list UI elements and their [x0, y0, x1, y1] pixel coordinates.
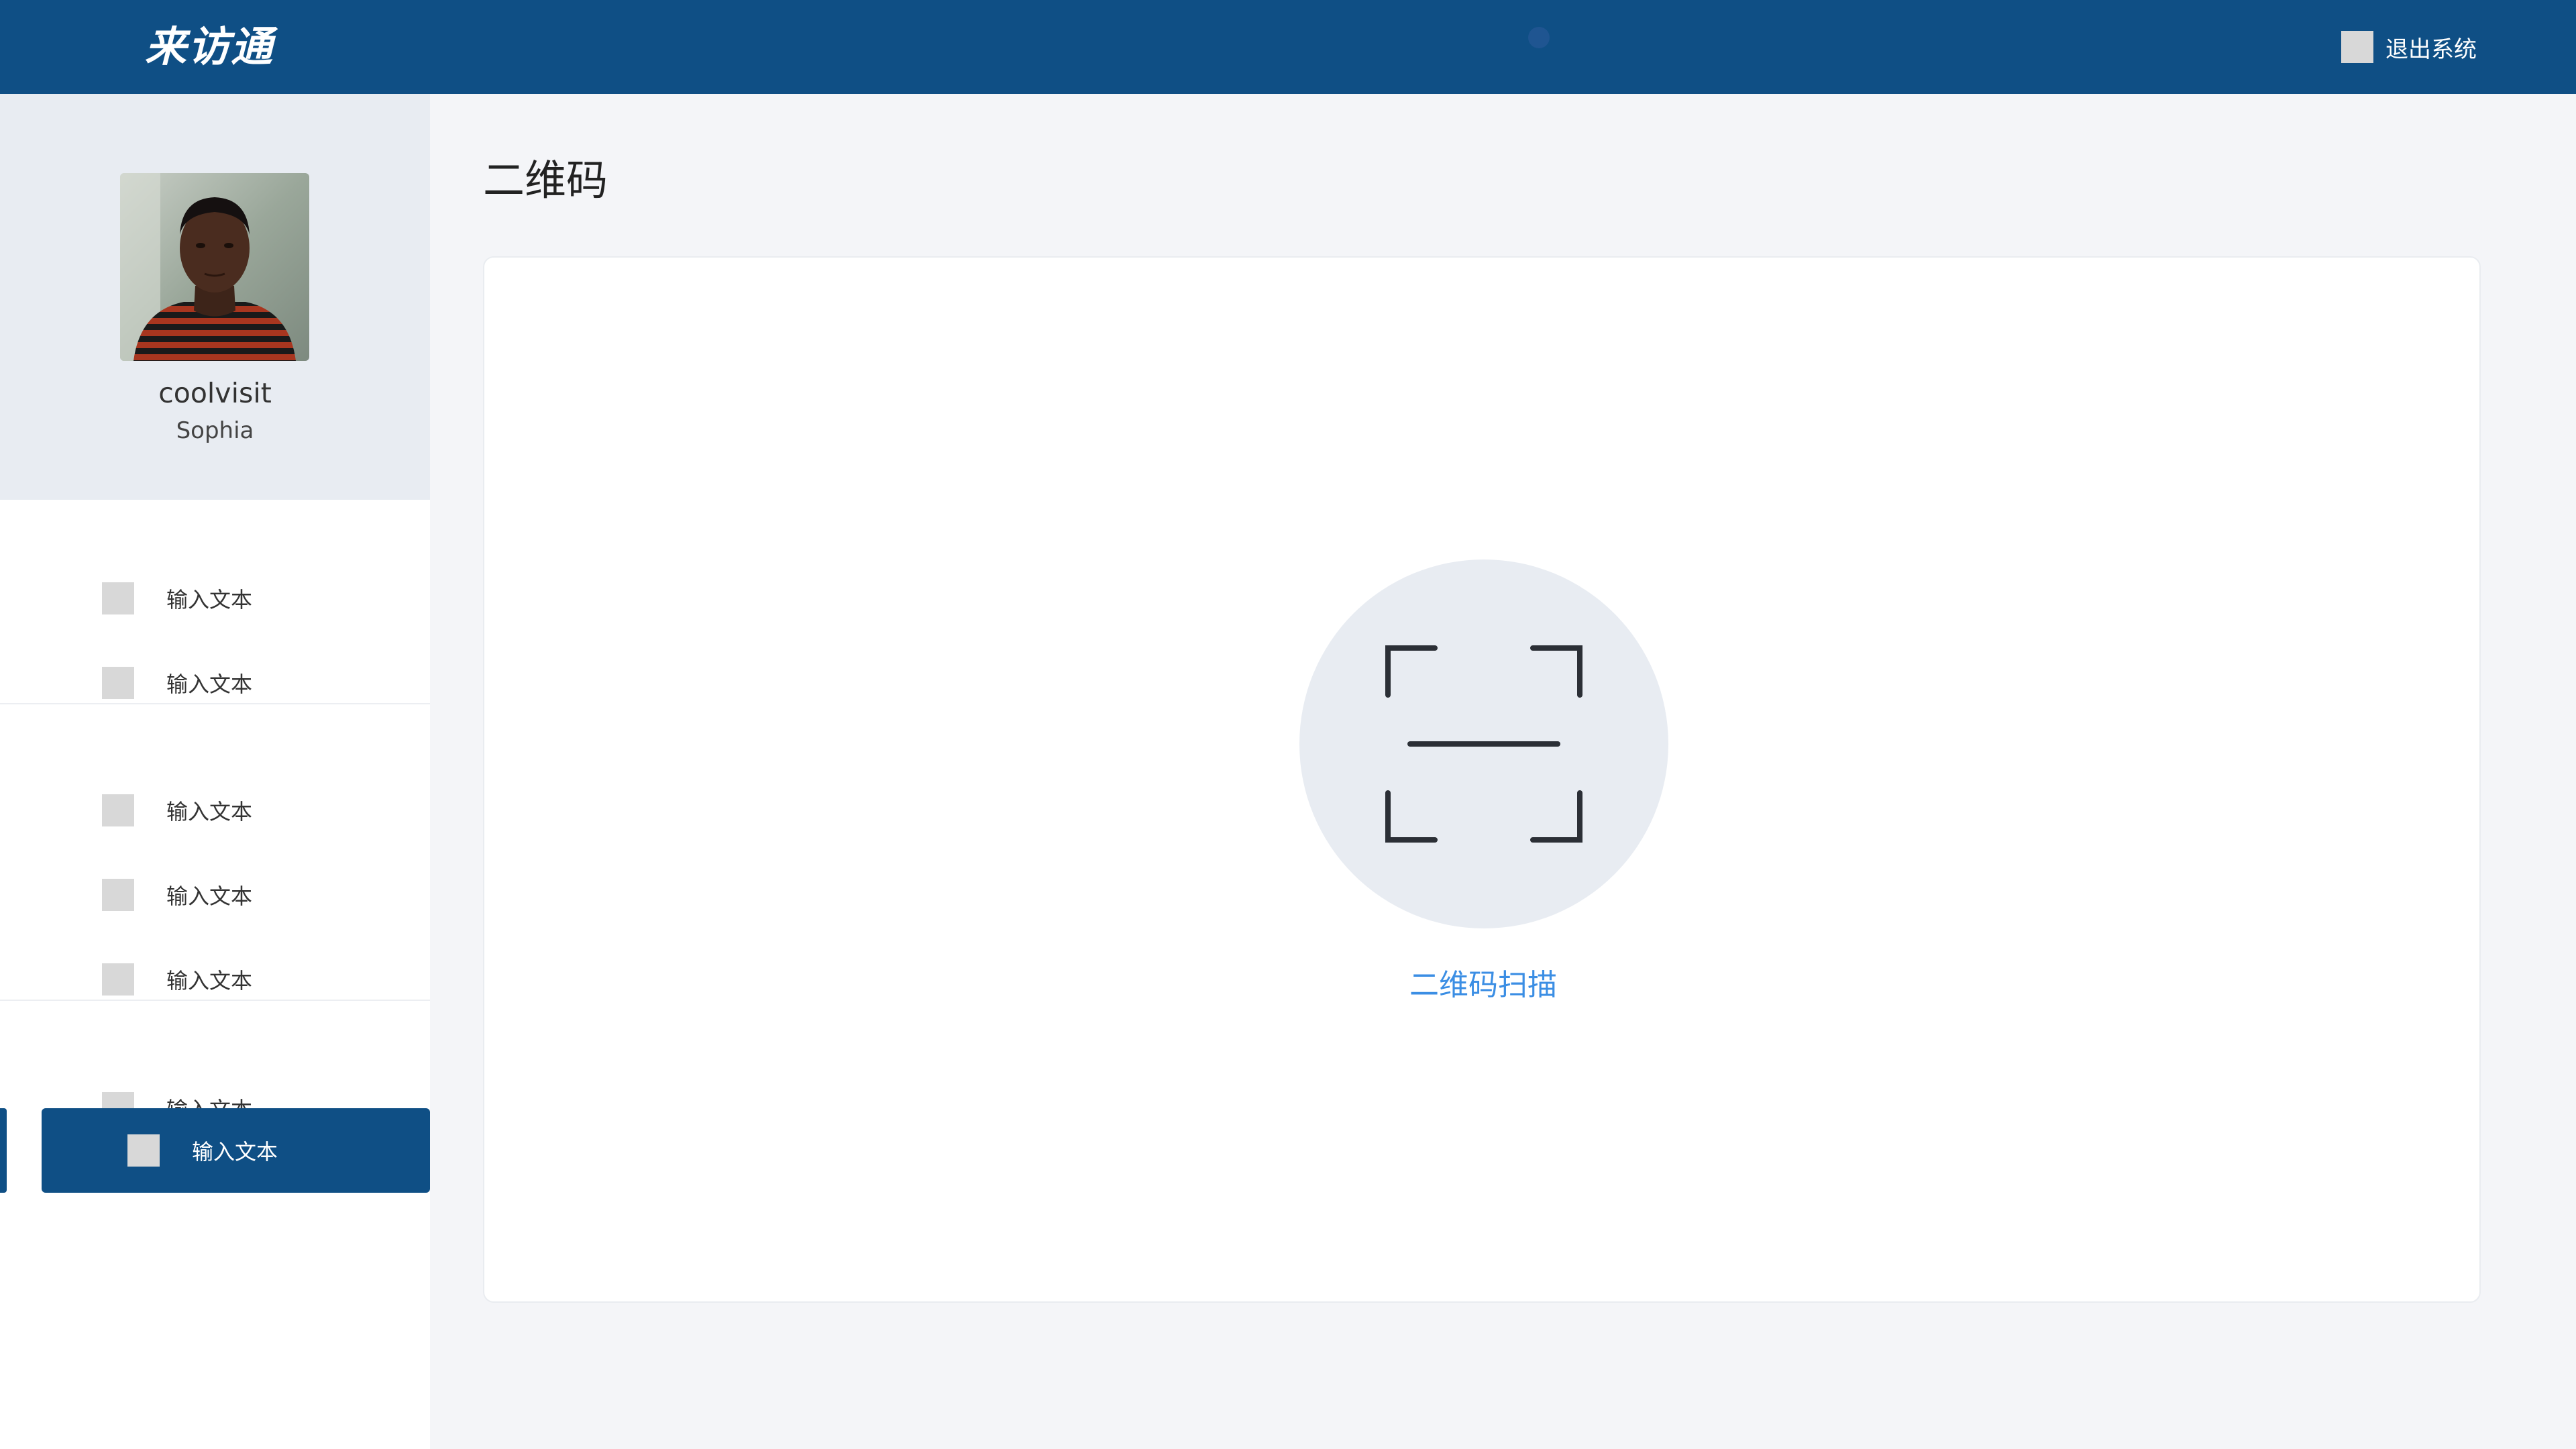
- app-logo: 来访通: [145, 22, 274, 71]
- sidebar-item-label: 输入文本: [166, 672, 253, 697]
- logout-label: 退出系统: [2385, 36, 2477, 63]
- logout-icon: [2341, 31, 2373, 63]
- profile-realname: Sophia: [176, 417, 254, 444]
- sidebar-item-5[interactable]: 输入文本: [0, 937, 430, 1022]
- profile-panel: coolvisit Sophia: [0, 94, 430, 500]
- profile-username: coolvisit: [158, 377, 272, 409]
- placeholder-square-icon: [102, 879, 134, 911]
- qr-scan-button[interactable]: [1299, 559, 1668, 928]
- page-title: 二维码: [483, 156, 608, 205]
- placeholder-square-icon: [102, 667, 134, 699]
- avatar-photo: [120, 173, 309, 361]
- top-bar: 来访通 退出系统: [0, 0, 2576, 94]
- placeholder-square-icon: [102, 582, 134, 614]
- active-indicator: [0, 1108, 7, 1193]
- sidebar-item-1[interactable]: 输入文本: [0, 556, 430, 641]
- avatar: [120, 173, 309, 361]
- placeholder-square-icon: [127, 1134, 160, 1167]
- sidebar-item-7-active[interactable]: 输入文本: [42, 1108, 430, 1193]
- sidebar-divider: [0, 703, 430, 704]
- sidebar-item-2[interactable]: 输入文本: [0, 641, 430, 725]
- sidebar-item-label: 输入文本: [166, 799, 253, 824]
- sidebar-item-label: 输入文本: [166, 968, 253, 994]
- content-card: 二维码扫描: [483, 256, 2481, 1303]
- logout-button[interactable]: 退出系统: [2341, 30, 2477, 64]
- sidebar-item-label: 输入文本: [166, 587, 253, 612]
- sidebar-item-4[interactable]: 输入文本: [0, 853, 430, 937]
- sidebar-item-3[interactable]: 输入文本: [0, 768, 430, 853]
- status-dot: [1528, 27, 1550, 48]
- sidebar-item-label: 输入文本: [192, 1139, 278, 1165]
- qr-scan-link[interactable]: 二维码扫描: [484, 961, 2482, 1004]
- placeholder-square-icon: [102, 963, 134, 996]
- sidebar-divider: [0, 1000, 430, 1001]
- sidebar: coolvisit Sophia 输入文本 输入文本 输入文本 输入文本 输入文…: [0, 94, 430, 1449]
- placeholder-square-icon: [102, 794, 134, 826]
- sidebar-item-label: 输入文本: [166, 883, 253, 909]
- qr-scan-icon: [1385, 645, 1582, 843]
